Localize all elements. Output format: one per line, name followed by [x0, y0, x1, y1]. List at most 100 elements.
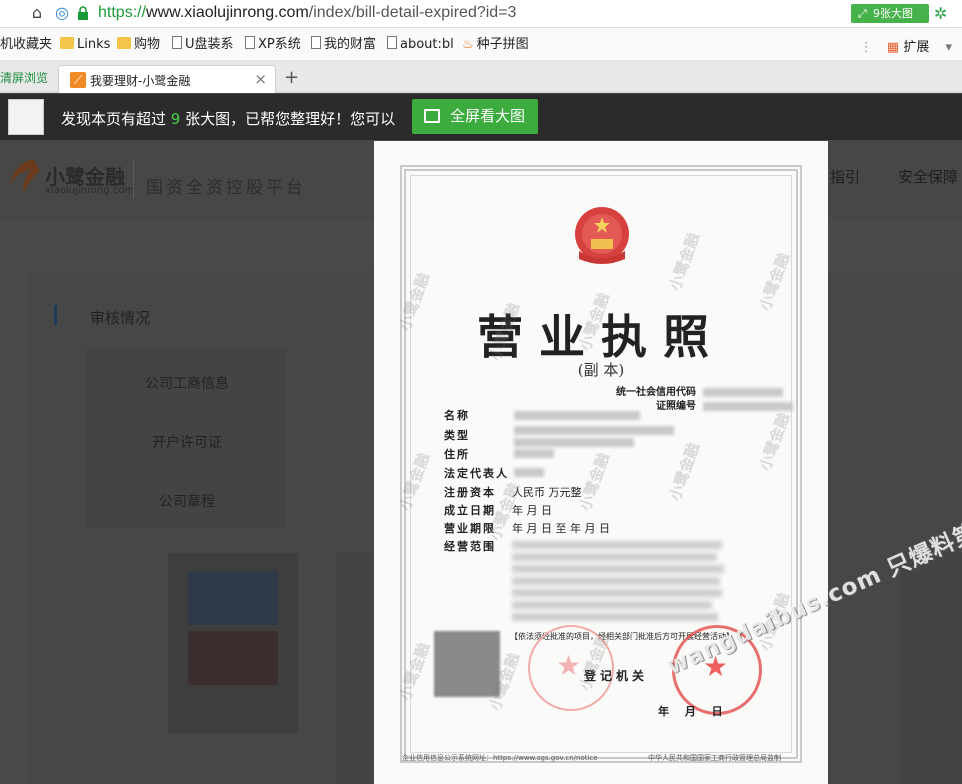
bookmark-label: 我的财富 [324, 37, 377, 52]
bookmark-label: about:bl [400, 37, 454, 52]
bookmark-item[interactable]: Links [60, 36, 110, 54]
id-card-back-thumbnail[interactable] [188, 631, 278, 685]
image-count: 9 [170, 110, 181, 128]
bookmark-item[interactable]: 机收藏夹 [0, 36, 52, 54]
page-icon [387, 36, 397, 49]
extensions-label: 扩展 [903, 40, 930, 55]
field-label-scope: 经营范围 [444, 540, 496, 553]
notice-suffix: 张大图，已帮您整理好！您可以 [185, 110, 396, 128]
logo-domain: xiaolujinrong.com [45, 185, 135, 196]
footer-supervision: 中华人民共和国国家工商行政管理总局监制 [648, 754, 781, 762]
redacted-value [514, 426, 674, 435]
bookmark-item[interactable]: ♨ 种子拼图 [462, 36, 529, 54]
site-slogan: 国资全资控股平台 [146, 178, 306, 198]
bookmark-label: 种子拼图 [476, 37, 529, 52]
bookmark-label: U盘装系 [185, 37, 234, 52]
redacted-value [514, 438, 634, 447]
field-value-est-date: 年 月 日 [512, 504, 552, 517]
close-icon[interactable]: × [254, 70, 267, 88]
redacted-line [512, 601, 712, 609]
redacted-line [512, 553, 717, 561]
folder-icon [117, 37, 131, 49]
field-label-name: 名称 [444, 409, 470, 422]
bookmark-label: Links [77, 37, 111, 52]
image-thumbnail [8, 99, 44, 135]
side-menu-item-articles[interactable]: 公司章程 [159, 491, 215, 511]
redacted-line [512, 613, 718, 621]
field-label-type: 类型 [444, 429, 470, 442]
field-label-capital: 注册资本 [444, 486, 496, 499]
bookmark-label: 购物 [134, 37, 161, 52]
home-icon[interactable]: ⌂ [27, 3, 47, 23]
image-viewer[interactable]: 营业执照 (副 本) 统一社会信用代码 证照编号 名称 类型 住所 法定代表人 … [374, 141, 828, 784]
fullscreen-images-button[interactable]: 全屏看大图 [412, 99, 538, 134]
big-image-button[interactable]: ⤢ 9张大图 [851, 4, 929, 23]
page-icon [245, 36, 255, 49]
expand-arrow-icon: ⤢ [858, 7, 867, 20]
redacted-line [512, 577, 720, 585]
bookmark-item[interactable]: XP系统 [245, 36, 301, 54]
tab-strip: 清屏浏览 ⟋ 我要理财-小鹭金融 × + [0, 61, 962, 93]
url-input[interactable]: https://www.xiaolujinrong.com/index/bill… [98, 4, 516, 22]
notice-prefix: 发现本页有超过 [61, 110, 167, 128]
image-notice-bar: 发现本页有超过 9 张大图，已帮您整理好！您可以 全屏看大图 [0, 94, 962, 140]
extension-icon[interactable]: ✲ [934, 4, 947, 23]
bookmark-item[interactable]: about:bl [387, 36, 454, 54]
lock-icon [78, 6, 88, 20]
flame-icon: ♨ [462, 37, 474, 52]
bookmark-label: 机收藏夹 [0, 37, 53, 52]
nav-item-guide[interactable]: 指引 [830, 166, 860, 187]
tab-active[interactable]: ⟋ 我要理财-小鹭金融 × [58, 65, 276, 93]
redacted-line [512, 589, 722, 597]
notice-text: 发现本页有超过 9 张大图，已帮您整理好！您可以 [61, 108, 395, 129]
chevron-down-icon: ▾ [945, 40, 952, 55]
grid-icon: ▦ [886, 40, 900, 55]
image-icon [424, 109, 440, 123]
national-emblem-icon [575, 207, 629, 264]
big-image-label: 9张大图 [873, 7, 913, 20]
address-bar-area: ⌂ ◎ https://www.xiaolujinrong.com/index/… [0, 0, 962, 28]
more-icon: ⋮ [859, 40, 873, 55]
cert-no-label: 证照编号 [656, 401, 696, 412]
url-scheme: https:// [98, 4, 147, 21]
field-label-est-date: 成立日期 [444, 504, 496, 517]
logo-divider [133, 159, 134, 199]
document-thumbnail[interactable] [900, 553, 962, 784]
browser-logo-icon[interactable]: ◎ [52, 3, 72, 23]
field-label-legal-rep: 法定代表人 [444, 467, 509, 480]
favicon-icon: ⟋ [70, 72, 86, 88]
side-menu-item-business-info[interactable]: 公司工商信息 [145, 373, 229, 393]
side-menu-item-account-permit[interactable]: 开户许可证 [152, 432, 222, 452]
url-path: /index/bill-detail-expired?id=3 [308, 4, 517, 21]
redacted-value [514, 468, 544, 477]
fullscreen-label: 全屏看大图 [450, 107, 526, 125]
issue-date: 年 月 日 [658, 705, 729, 718]
redacted-value [703, 387, 784, 397]
tab-previous[interactable]: 清屏浏览 [0, 69, 48, 86]
id-card-front-thumbnail[interactable] [188, 571, 278, 625]
url-host: www.xiaolujinrong.com [146, 4, 309, 21]
nav-item-security[interactable]: 安全保障 [898, 166, 958, 187]
redacted-value [514, 411, 640, 420]
page-icon [311, 36, 321, 49]
bookmark-item[interactable]: 购物 [117, 36, 160, 54]
redacted-value [703, 401, 794, 411]
page-icon [172, 36, 182, 49]
new-tab-button[interactable]: + [284, 67, 299, 88]
section-marker [54, 305, 57, 325]
tab-title: 我要理财-小鹭金融 [90, 74, 191, 88]
document-thumbnail[interactable] [336, 553, 372, 784]
folder-icon [60, 37, 74, 49]
redacted-value [514, 449, 554, 458]
logo-egret-icon [10, 159, 40, 193]
field-label-address: 住所 [444, 448, 470, 461]
credit-code-row: 统一社会信用代码 [616, 383, 784, 398]
extensions-button[interactable]: ⋮ ▦ 扩展 ▾ [860, 36, 952, 55]
section-title: 审核情况 [90, 309, 151, 327]
bookmark-item[interactable]: U盘装系 [172, 36, 234, 54]
field-value-term: 年 月 日 至 年 月 日 [512, 522, 610, 535]
certificate-subtitle: (副 本) [577, 361, 625, 379]
footer-url-note: 企业信用信息公示系统网址：https://www.sgs.gov.cn/noti… [402, 754, 598, 762]
bookmark-label: XP系统 [258, 37, 301, 52]
bookmark-item[interactable]: 我的财富 [311, 36, 376, 54]
